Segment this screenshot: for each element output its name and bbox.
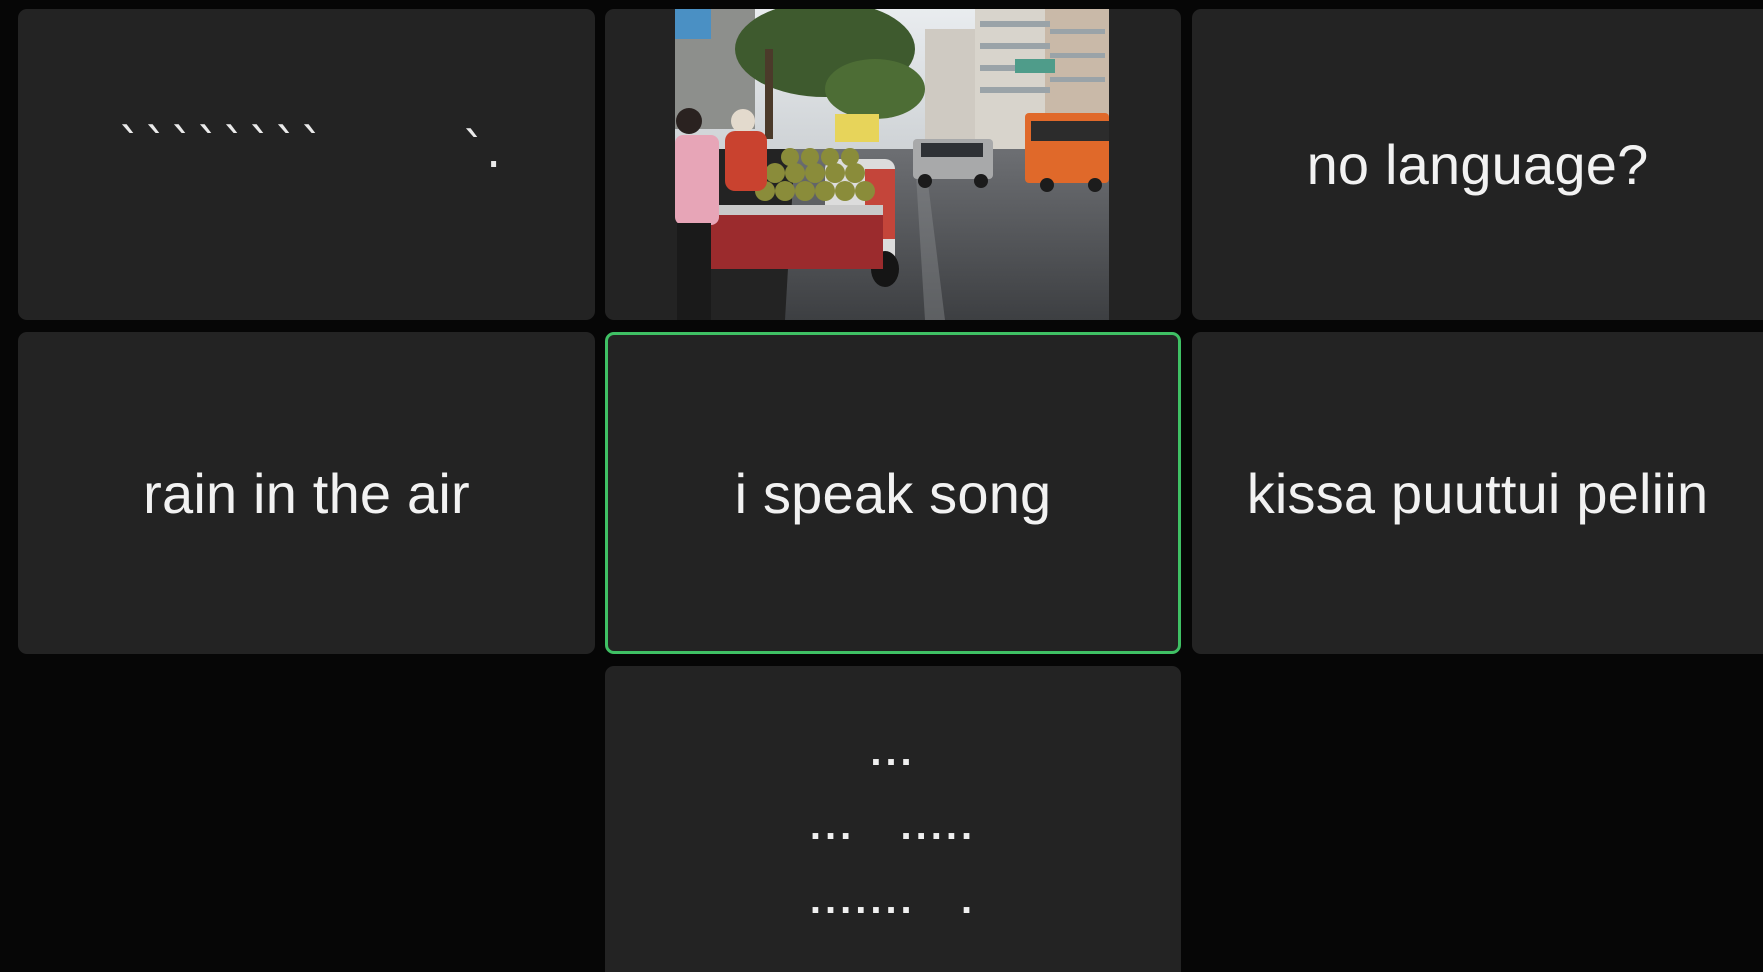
tile-caption: rain in the air: [143, 461, 470, 525]
tile-caption: i speak song: [734, 461, 1052, 525]
ellipsis-line: ....... .: [809, 878, 977, 922]
tick-mark-end: `.: [462, 123, 502, 179]
participant-tile-active-speaker[interactable]: i speak song: [605, 332, 1181, 654]
tick-mark: `: [300, 119, 324, 175]
tick-mark: `: [118, 119, 142, 175]
ellipsis-line: ... .....: [809, 804, 977, 848]
tick-mark: `: [170, 119, 194, 175]
tick-mark: `: [248, 119, 272, 175]
tick-mark: `: [222, 119, 246, 175]
participant-tile-dots[interactable]: ... ... ..... ....... .: [605, 666, 1181, 972]
ellipsis-caption: ... ... ..... ....... .: [810, 726, 976, 926]
participant-tile-kissa[interactable]: kissa puuttui peliin: [1192, 332, 1763, 654]
participant-tile-video[interactable]: [605, 9, 1181, 320]
ellipsis-line: ...: [870, 730, 916, 774]
video-grid: ` ` ` ` ` ` ` ` `. no language? rain in …: [0, 0, 1763, 972]
participant-tile-ticks[interactable]: ` ` ` ` ` ` ` ` `.: [18, 9, 595, 320]
tick-mark: `: [144, 119, 168, 175]
street-market-photo: [675, 9, 1109, 320]
tile-caption: no language?: [1306, 133, 1649, 196]
tick-mark: `: [274, 119, 298, 175]
participant-tile-rain[interactable]: rain in the air: [18, 332, 595, 654]
tile-caption: kissa puuttui peliin: [1246, 461, 1709, 525]
participant-tile-no-language[interactable]: no language?: [1192, 9, 1763, 320]
tick-mark: `: [196, 119, 220, 175]
tick-marks: ` ` ` ` ` ` ` ` `.: [18, 9, 595, 320]
